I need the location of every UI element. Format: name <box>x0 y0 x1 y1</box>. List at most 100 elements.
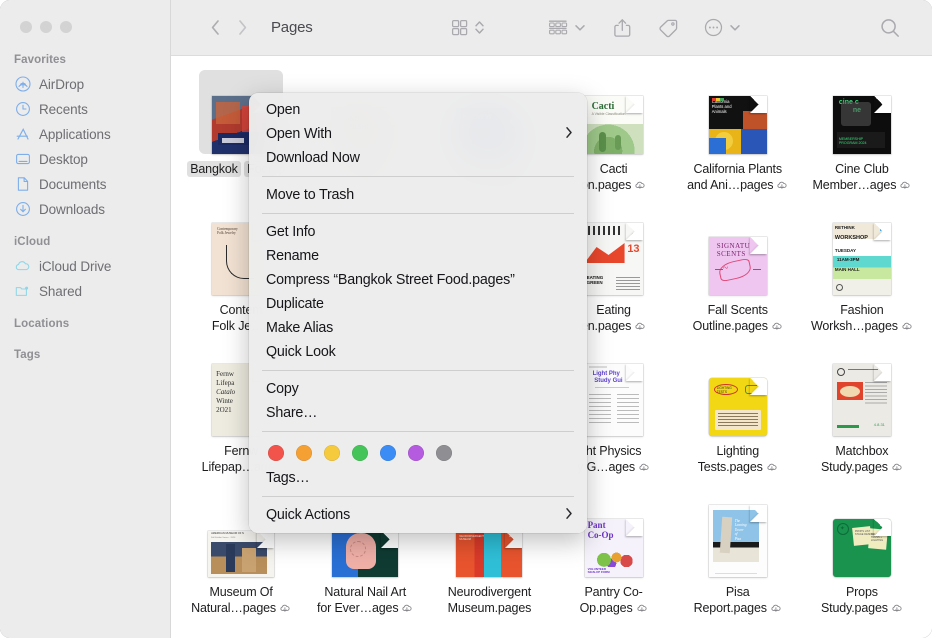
sidebar-item-downloads[interactable]: Downloads <box>0 197 162 221</box>
tag-color-blue[interactable] <box>380 445 396 461</box>
group-by-control[interactable] <box>547 18 586 37</box>
sidebar-section-icloud-header: iCloud <box>14 236 51 248</box>
view-mode-control[interactable] <box>450 18 485 37</box>
fall-scents-thumb[interactable]: SIGNATU SCENTS ~ <box>696 211 780 295</box>
file-item[interactable]: The Leaning Tower of Pisa Pisa Report.pages <box>676 487 800 628</box>
icloud-download-icon[interactable] <box>766 461 778 477</box>
icloud-download-icon[interactable] <box>634 179 646 195</box>
file-item[interactable]: cine c ne MEMBERSHIPPROGRAM 2024 Cine Cl… <box>800 64 924 205</box>
file-item[interactable]: SIGNATU SCENTS ~ Fall Scents Outline.page… <box>676 205 800 346</box>
file-label: Fall Scents Outline.pages <box>676 302 800 336</box>
icloud-download-icon[interactable] <box>901 320 913 336</box>
file-label: California Plants and Ani…pages <box>676 161 800 195</box>
file-item[interactable]: California Plants and Animals California P… <box>676 64 800 205</box>
file-name-line1: Neurodivergent <box>447 585 532 599</box>
menu-item-share[interactable]: Share… <box>249 401 587 425</box>
sidebar-item-recents[interactable]: Recents <box>0 97 162 121</box>
chevron-down-icon[interactable] <box>574 18 586 37</box>
icloud-download-icon[interactable] <box>771 320 783 336</box>
sidebar-item-documents[interactable]: Documents <box>0 172 162 196</box>
forward-button[interactable] <box>236 18 249 37</box>
menu-item-open-with[interactable]: Open With <box>249 122 587 146</box>
file-item[interactable]: 4.8.31 Matchbox Study.pages <box>800 346 924 487</box>
share-button[interactable] <box>612 17 633 39</box>
icloud-download-icon[interactable] <box>638 461 650 477</box>
more-options-button[interactable] <box>703 17 741 38</box>
sidebar-section-tags-header: Tags <box>14 349 41 361</box>
file-name-line2: Worksh…pages <box>804 318 920 336</box>
icloud-download-icon[interactable] <box>891 602 903 618</box>
group-by-icon[interactable] <box>547 18 569 37</box>
menu-item-download-now[interactable]: Download Now <box>249 146 587 170</box>
context-menu[interactable]: Open Open With Download Now Move to Tras… <box>249 93 587 533</box>
props-study-thumb[interactable]: ✦ PROPS LISTSTAGE DESIGN SCHEDULETRUSS +… <box>820 493 904 577</box>
menu-item-tags[interactable]: Tags… <box>249 466 587 490</box>
sidebar-item-desktop[interactable]: Desktop <box>0 147 162 171</box>
california-plants-thumb[interactable]: California Plants and Animals <box>696 70 780 154</box>
icon-view-icon[interactable] <box>450 18 469 37</box>
cine-club-thumb[interactable]: cine c ne MEMBERSHIPPROGRAM 2024 <box>820 70 904 154</box>
menu-item-get-info[interactable]: Get Info <box>249 220 587 244</box>
menu-separator <box>262 496 574 497</box>
tag-color-purple[interactable] <box>408 445 424 461</box>
fashion-workshop-thumb[interactable]: RETHINK FA WORKSHOP TUESDAY 11AM-3PM MAI… <box>820 211 904 295</box>
menu-item-duplicate[interactable]: Duplicate <box>249 292 587 316</box>
icloud-download-icon[interactable] <box>776 179 788 195</box>
pisa-report-thumb[interactable]: The Leaning Tower of Pisa <box>696 493 780 577</box>
chevron-down-icon[interactable] <box>729 18 741 37</box>
file-name-line2: Study.pages <box>804 600 920 618</box>
menu-item-label: Tags… <box>266 470 310 486</box>
menu-item-rename[interactable]: Rename <box>249 244 587 268</box>
tag-button[interactable] <box>657 17 679 39</box>
matchbox-study-thumb[interactable]: 4.8.31 <box>820 352 904 436</box>
tag-color-gray[interactable] <box>436 445 452 461</box>
search-button[interactable] <box>879 17 901 39</box>
sidebar-item-shared[interactable]: Shared <box>0 279 162 303</box>
zoom-button[interactable] <box>60 21 72 33</box>
icloud-download-icon[interactable] <box>279 602 291 618</box>
lighting-tests-thumb[interactable]: LIGHTING TESTS <box>696 352 780 436</box>
minimize-button[interactable] <box>40 21 52 33</box>
file-label: Cine Club Member…ages <box>800 161 924 195</box>
sidebar-item-applications[interactable]: Applications <box>0 122 162 146</box>
chevron-updown-icon[interactable] <box>474 18 485 37</box>
file-item[interactable]: ✦ PROPS LISTSTAGE DESIGN SCHEDULETRUSS +… <box>800 487 924 628</box>
sidebar-section-favorites-header: Favorites <box>14 54 67 66</box>
file-item[interactable]: LIGHTING TESTS Lighting Tests.pages <box>676 346 800 487</box>
icloud-download-icon[interactable] <box>891 461 903 477</box>
tag-color-red[interactable] <box>268 445 284 461</box>
menu-item-move-to-trash[interactable]: Move to Trash <box>249 183 587 207</box>
more-circle-icon[interactable] <box>703 17 724 38</box>
file-item[interactable]: RETHINK FA WORKSHOP TUESDAY 11AM-3PM MAI… <box>800 205 924 346</box>
submenu-arrow-icon <box>565 507 573 522</box>
toolbar: Pages <box>171 0 932 56</box>
menu-item-quick-actions[interactable]: Quick Actions <box>249 503 587 527</box>
window-controls <box>0 0 170 33</box>
menu-item-quick-look[interactable]: Quick Look <box>249 340 587 364</box>
menu-item-compress[interactable]: Compress “Bangkok Street Food.pages” <box>249 268 587 292</box>
tag-color-orange[interactable] <box>296 445 312 461</box>
icloud-download-icon[interactable] <box>770 602 782 618</box>
menu-item-label: Rename <box>266 248 319 264</box>
close-button[interactable] <box>20 21 32 33</box>
tag-color-yellow[interactable] <box>324 445 340 461</box>
menu-item-open[interactable]: Open <box>249 98 587 122</box>
icloud-download-icon[interactable] <box>899 179 911 195</box>
sidebar-item-label: iCloud Drive <box>39 258 112 274</box>
sidebar-item-label: Applications <box>39 126 111 142</box>
menu-item-make-alias[interactable]: Make Alias <box>249 316 587 340</box>
back-button[interactable] <box>209 18 222 37</box>
icloud-download-icon[interactable] <box>634 320 646 336</box>
file-name-line1: Pisa <box>725 585 750 599</box>
tag-color-row[interactable] <box>249 438 587 466</box>
tag-color-green[interactable] <box>352 445 368 461</box>
menu-item-copy[interactable]: Copy <box>249 377 587 401</box>
sidebar-item-label: Desktop <box>39 151 88 167</box>
file-name-line2: Natural…pages <box>183 600 299 618</box>
icloud-download-icon[interactable] <box>401 602 413 618</box>
document-icon <box>14 176 31 193</box>
sidebar-item-airdrop[interactable]: AirDrop <box>0 72 162 96</box>
icloud-download-icon[interactable] <box>636 602 648 618</box>
sidebar-item-icloud-drive[interactable]: iCloud Drive <box>0 254 162 278</box>
menu-separator <box>262 431 574 432</box>
